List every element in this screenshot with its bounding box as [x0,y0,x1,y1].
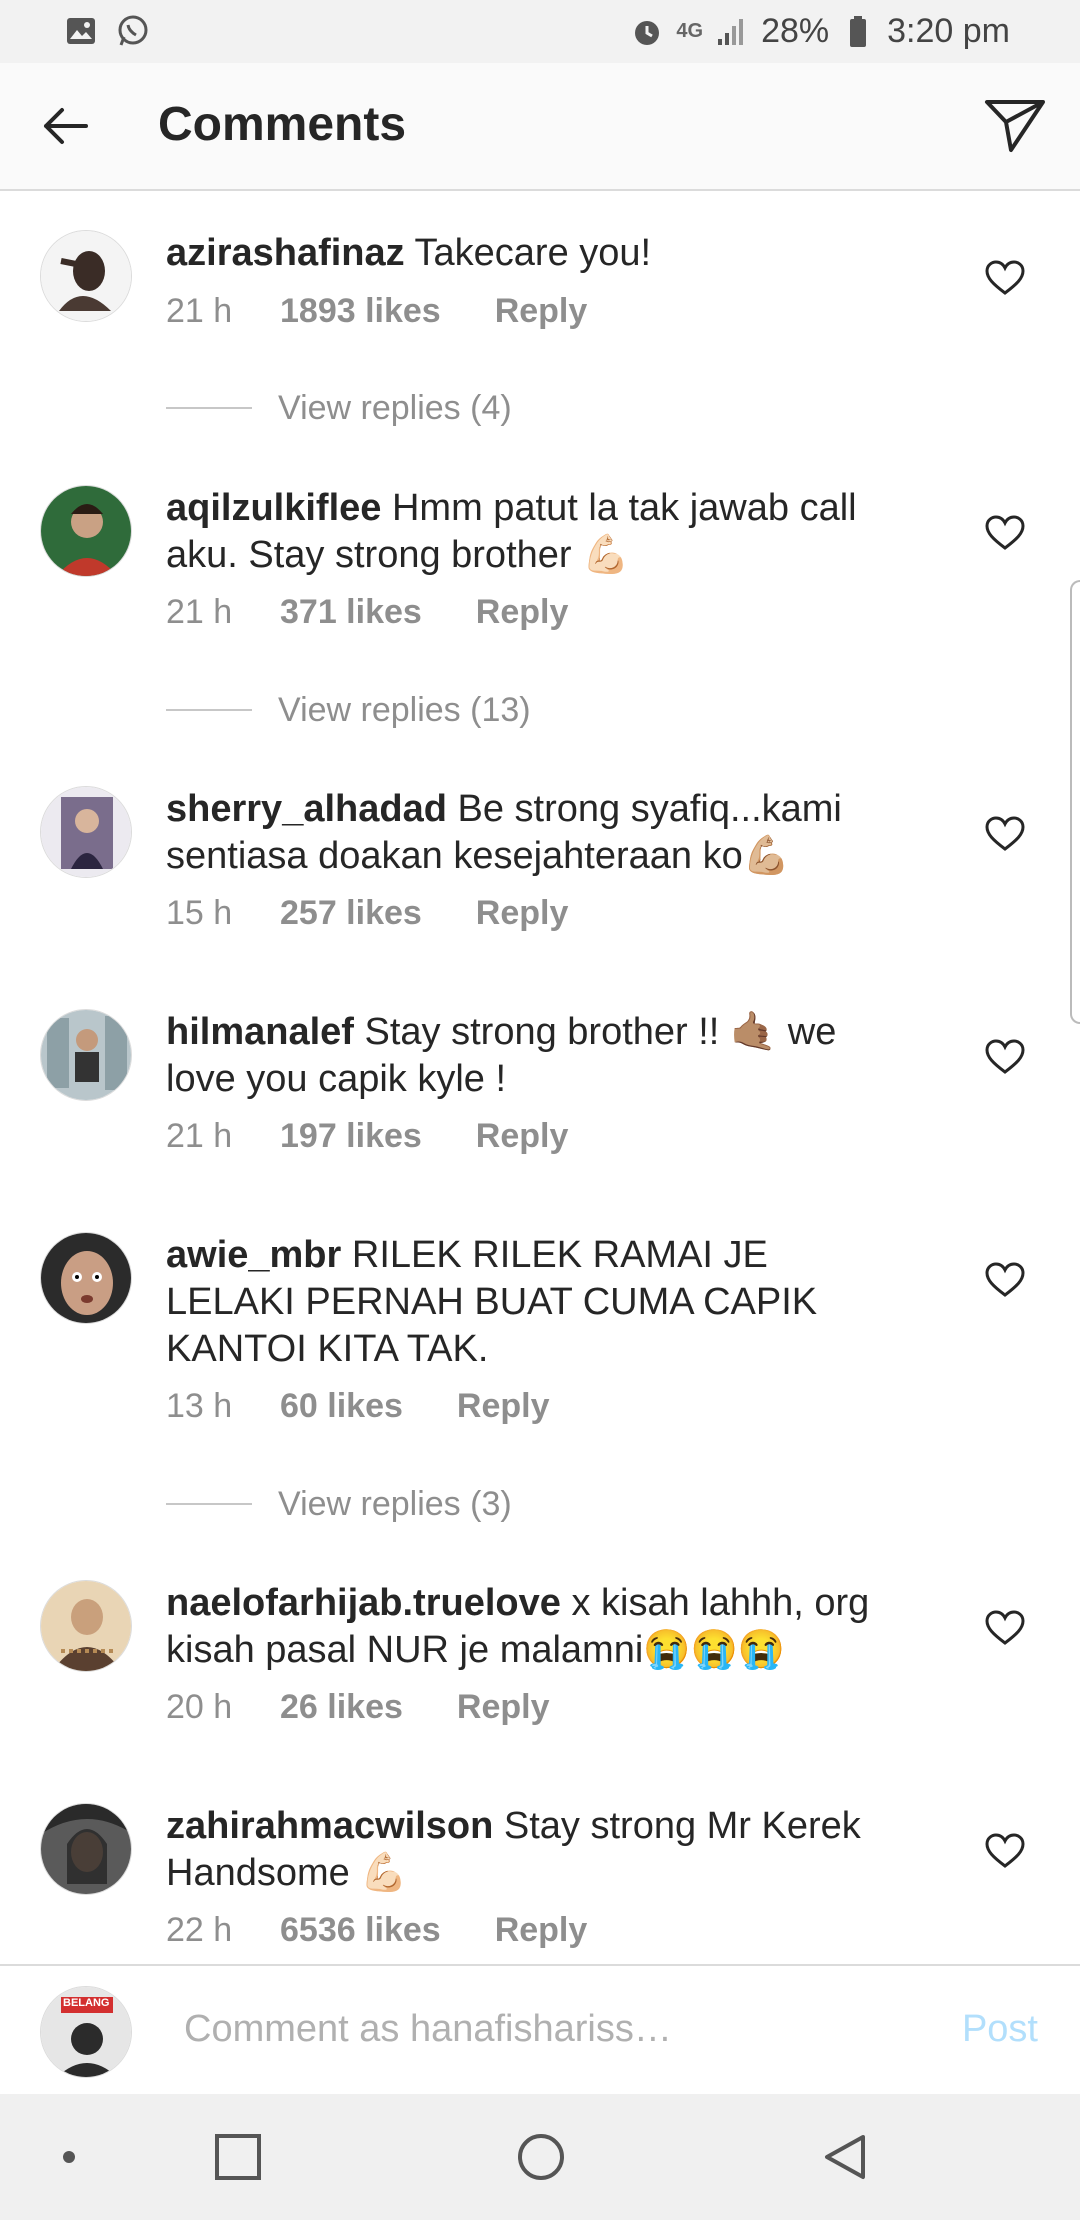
comment-likes[interactable]: 197 likes [280,1117,422,1156]
avatar[interactable] [40,230,132,322]
heart-icon[interactable] [985,515,1025,551]
battery-percent: 28% [761,12,830,50]
avatar-badge: BELANG [63,1997,110,2009]
avatar[interactable] [40,1803,132,1895]
comment-username[interactable]: aqilzulkiflee [166,487,381,529]
reply-button[interactable]: Reply [476,593,569,632]
comment-likes[interactable]: 257 likes [280,894,422,933]
view-replies-label: View replies (4) [278,388,512,427]
page-title: Comments [158,98,407,151]
send-icon [985,100,1045,152]
back-button[interactable] [30,93,100,159]
circle-icon [518,2134,564,2180]
avatar[interactable] [40,1232,132,1324]
comment-time: 21 h [166,593,233,631]
reply-button[interactable]: Reply [476,894,569,933]
alarm-icon [630,15,664,49]
comment-input[interactable]: Comment as hanafishariss… [184,2008,672,2051]
view-replies-button[interactable]: View replies (3) [166,1484,512,1524]
heart-icon[interactable] [985,260,1025,296]
comment-likes[interactable]: 6536 likes [280,1911,441,1950]
comment-time: 13 h [166,1387,233,1425]
avatar[interactable] [40,786,132,878]
heart-icon[interactable] [985,1833,1025,1869]
comment-time: 20 h [166,1688,233,1726]
divider [166,709,252,711]
back-nav-button[interactable] [820,2132,870,2182]
comment-likes[interactable]: 60 likes [280,1387,403,1426]
reply-button[interactable]: Reply [476,1117,569,1156]
reply-button[interactable]: Reply [495,292,588,331]
share-button[interactable] [980,93,1050,159]
comment-composer: BELANG Comment as hanafishariss… Post [0,1964,1080,2096]
comment-username[interactable]: awie_mbr [166,1234,341,1276]
divider [166,407,252,409]
clock: 3:20 pm [887,12,1010,50]
comment-username[interactable]: azirashafinaz [166,232,405,274]
arrow-left-icon [44,108,88,144]
comment-time: 21 h [166,1117,233,1155]
comment-likes[interactable]: 1893 likes [280,292,441,331]
heart-icon[interactable] [985,1262,1025,1298]
top-bar: Comments [0,63,1080,191]
dot-icon [44,2132,94,2182]
avatar[interactable] [40,1580,132,1672]
comment-username[interactable]: naelofarhijab.truelove [166,1582,561,1624]
reply-button[interactable]: Reply [457,1387,550,1426]
avatar[interactable] [40,1009,132,1101]
whatsapp-icon [116,14,150,48]
view-replies-button[interactable]: View replies (13) [166,690,531,730]
scrollbar[interactable] [1070,580,1080,1024]
comment-username[interactable]: zahirahmacwilson [166,1805,493,1847]
system-nav-bar [0,2094,1080,2220]
comment-username[interactable]: sherry_alhadad [166,788,447,830]
comment-likes[interactable]: 371 likes [280,593,422,632]
view-replies-label: View replies (3) [278,1484,512,1523]
recent-apps-button[interactable] [213,2132,263,2182]
divider [166,1503,252,1505]
comment-time: 22 h [166,1911,233,1949]
square-icon [215,2134,261,2180]
signal-icon [715,15,749,49]
comment-likes[interactable]: 26 likes [280,1688,403,1727]
gallery-icon [64,14,98,48]
comment-text: Takecare you! [414,232,652,274]
heart-icon[interactable] [985,1610,1025,1646]
post-button[interactable]: Post [962,2008,1038,2051]
view-replies-button[interactable]: View replies (4) [166,388,512,428]
avatar: BELANG [40,1986,132,2078]
comment-username[interactable]: hilmanalef [166,1011,354,1053]
heart-icon[interactable] [985,1039,1025,1075]
avatar[interactable] [40,485,132,577]
view-replies-label: View replies (13) [278,690,531,729]
reply-button[interactable]: Reply [457,1688,550,1727]
comment-time: 15 h [166,894,233,932]
status-bar: 4G 28% 3:20 pm [0,0,1080,63]
battery-icon [841,15,875,49]
comment-time: 21 h [166,292,233,330]
reply-button[interactable]: Reply [495,1911,588,1950]
triangle-back-icon [825,2135,865,2179]
home-button[interactable] [516,2132,566,2182]
heart-icon[interactable] [985,816,1025,852]
network-label: 4G [676,20,704,42]
